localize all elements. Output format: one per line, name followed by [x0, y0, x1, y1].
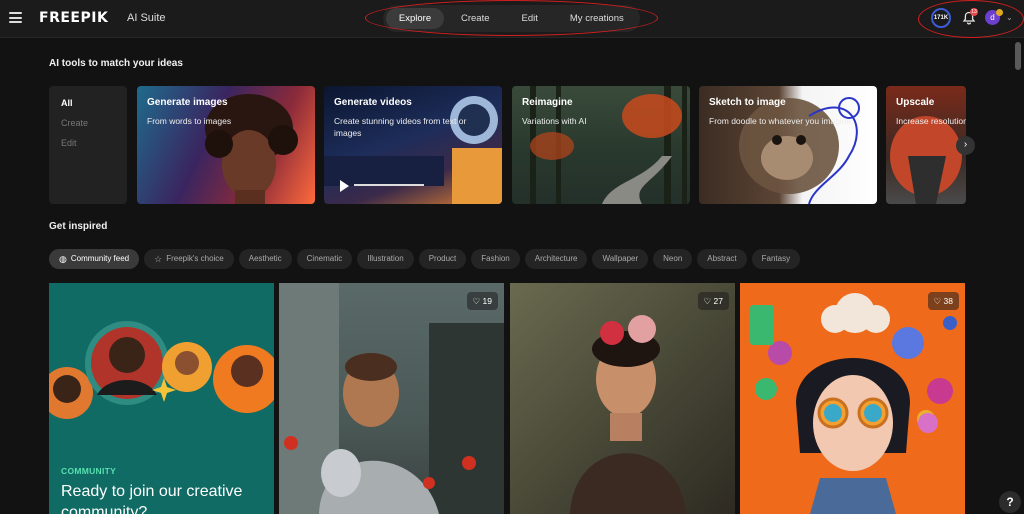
like-count: 27 — [713, 296, 723, 306]
filter-edit[interactable]: Edit — [61, 138, 115, 148]
tool-card-subtitle: From doodle to whatever you imagine — [709, 116, 852, 126]
tab-my-creations[interactable]: My creations — [570, 8, 624, 29]
chip-neon[interactable]: Neon — [653, 249, 693, 269]
community-eyebrow: COMMUNITY — [61, 466, 117, 476]
menu-icon[interactable] — [9, 12, 22, 23]
section-title-tools: AI tools to match your ideas — [49, 58, 183, 69]
chip-wallpaper[interactable]: Wallpaper — [592, 249, 649, 269]
tool-card-title: Sketch to image — [709, 97, 786, 108]
credits-badge[interactable]: 171K — [931, 8, 951, 28]
tool-card-sketch-to-image[interactable]: Sketch to image From doodle to whatever … — [699, 86, 877, 204]
community-headline: Ready to join our creative community? — [61, 483, 243, 514]
chip-product[interactable]: Product — [418, 249, 467, 269]
like-count: 38 — [943, 296, 953, 306]
feed-image-illustration[interactable]: ♡ 38 — [740, 283, 965, 514]
chip-label: Community feed — [70, 254, 130, 263]
chip-illustration[interactable]: Illustration — [357, 249, 414, 269]
ai-suite-label: AI Suite — [127, 12, 166, 24]
chevron-down-icon[interactable]: ⌄ — [1006, 13, 1013, 22]
chip-aesthetic[interactable]: Aesthetic — [238, 249, 292, 269]
tool-filter-list: All Create Edit — [49, 86, 127, 204]
tool-card-reimagine[interactable]: Reimagine Variations with AI — [512, 86, 690, 204]
tool-card-title: Generate videos — [334, 97, 412, 108]
chip-abstract[interactable]: Abstract — [697, 249, 747, 269]
feed-image-frida[interactable]: ♡ 27 — [510, 283, 735, 514]
like-counter[interactable]: ♡ 38 — [927, 292, 959, 310]
chip-fashion[interactable]: Fashion — [471, 249, 520, 269]
filter-create[interactable]: Create — [61, 118, 115, 128]
frida-portrait-illustration — [570, 315, 686, 514]
girl-with-cloud-illustration — [750, 293, 957, 514]
chip-label: Freepik's choice — [166, 254, 224, 263]
feed-image-knight[interactable]: ♡ 19 — [279, 283, 504, 514]
tool-card-title: Reimagine — [522, 97, 573, 108]
knight-illustration — [279, 283, 504, 514]
community-promo-card[interactable]: COMMUNITY Ready to join our creative com… — [49, 283, 274, 514]
category-chips: ◍ Community feed ☆ Freepik's choice Aesthe… — [49, 249, 805, 269]
chip-cinematic[interactable]: Cinematic — [296, 249, 353, 269]
tool-card-generate-images[interactable]: Generate images From words to images — [137, 86, 315, 204]
scrollbar[interactable] — [1015, 42, 1021, 70]
globe-icon: ◍ — [59, 254, 67, 264]
section-title-inspired: Get inspired — [49, 221, 108, 232]
tool-card-subtitle: Increase resolution — [896, 116, 966, 126]
filter-all[interactable]: All — [61, 98, 115, 108]
chip-fantasy[interactable]: Fantasy — [751, 249, 801, 269]
tool-card-title: Generate images — [147, 97, 228, 108]
crown-icon — [996, 9, 1003, 16]
tab-edit[interactable]: Edit — [522, 8, 538, 29]
help-button[interactable]: ? — [999, 491, 1021, 513]
chip-architecture[interactable]: Architecture — [524, 249, 588, 269]
tool-card-subtitle: Create stunning videos from text or imag… — [334, 116, 467, 138]
tool-card-subtitle: From words to images — [147, 116, 232, 126]
star-icon: ☆ — [154, 254, 163, 264]
tool-card-generate-videos[interactable]: Generate videos Create stunning videos f… — [324, 86, 502, 204]
notification-count: 13 — [970, 8, 978, 16]
like-count: 19 — [482, 296, 492, 306]
like-counter[interactable]: ♡ 27 — [697, 292, 729, 310]
chip-community-feed[interactable]: ◍ Community feed — [49, 249, 140, 269]
tool-card-subtitle: Variations with AI — [522, 116, 587, 126]
tab-create[interactable]: Create — [461, 8, 490, 29]
tool-card-title: Upscale — [896, 97, 935, 108]
chip-freepiks-choice[interactable]: ☆ Freepik's choice — [144, 249, 234, 269]
tool-card-upscale[interactable]: Upscale Increase resolution — [886, 86, 966, 204]
freepik-logo[interactable]: FREEPIK — [39, 10, 108, 26]
tab-explore[interactable]: Explore — [386, 8, 444, 29]
carousel-next-button[interactable]: › — [956, 136, 975, 155]
community-avatars-illustration — [49, 321, 274, 419]
top-bar: FREEPIK AI Suite Explore Create Edit My … — [0, 0, 1024, 38]
main-nav: Explore Create Edit My creations — [383, 5, 640, 32]
like-counter[interactable]: ♡ 19 — [466, 292, 498, 310]
